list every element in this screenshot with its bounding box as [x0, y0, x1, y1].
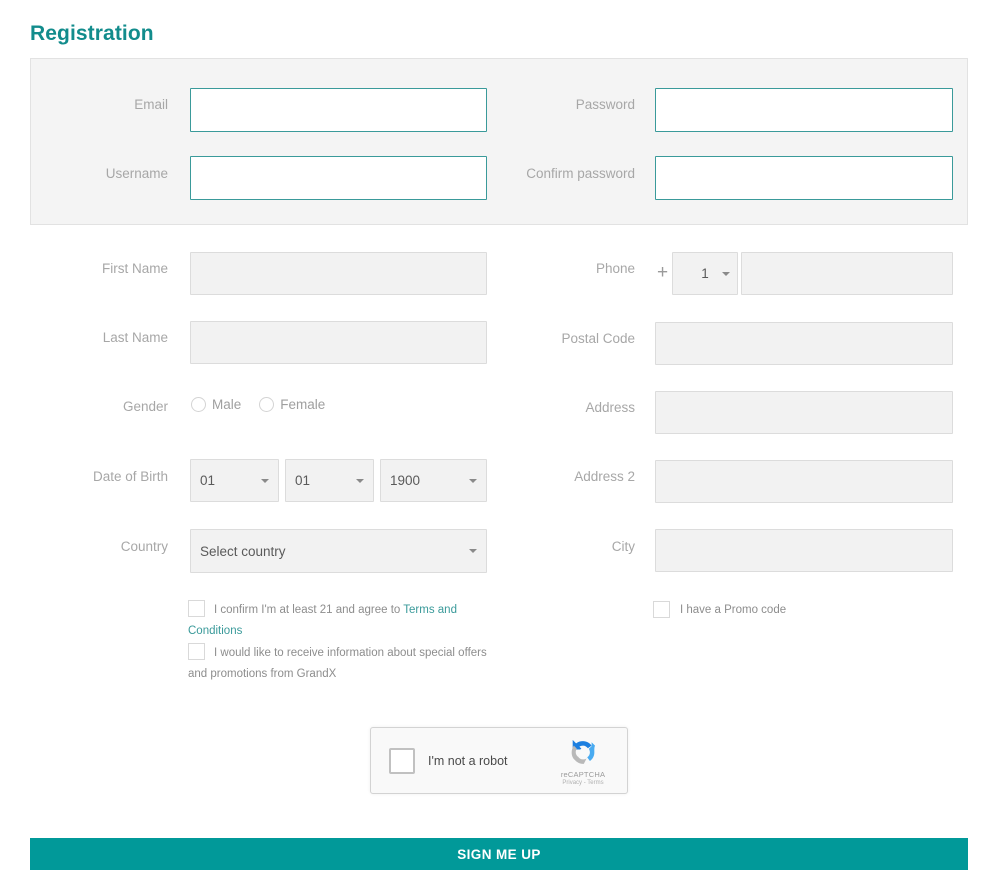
address-label: Address [585, 400, 635, 415]
promo-checkbox[interactable] [653, 601, 670, 618]
dob-year-value: 1900 [390, 473, 421, 488]
sign-me-up-button[interactable]: SIGN ME UP [30, 838, 968, 870]
terms-agreement-row[interactable]: I confirm I'm at least 21 and agree to T… [188, 600, 488, 642]
postal-code-label: Postal Code [561, 331, 635, 346]
username-field[interactable] [190, 156, 487, 200]
chevron-down-icon [722, 271, 730, 276]
dob-day-select[interactable]: 01 [190, 459, 279, 502]
promo-code-row[interactable]: I have a Promo code [653, 601, 786, 618]
radio-icon[interactable] [191, 397, 206, 412]
dob-month-value: 01 [295, 473, 311, 488]
recaptcha-branding: reCAPTCHA Privacy - Terms [550, 736, 616, 786]
page-title: Registration [30, 22, 154, 45]
recaptcha-separator: - [583, 780, 586, 786]
recaptcha-icon [571, 739, 596, 764]
country-select[interactable]: Select country [190, 529, 487, 573]
dob-day-value: 01 [200, 473, 216, 488]
address2-field[interactable] [655, 460, 953, 503]
gender-option-male-label: Male [212, 397, 242, 412]
first-name-label: First Name [101, 261, 168, 276]
address2-input[interactable] [656, 461, 952, 502]
date-of-birth-label: Date of Birth [92, 469, 168, 484]
email-input[interactable] [191, 89, 486, 131]
country-value: Select country [200, 543, 286, 559]
confirm-password-label: Confirm password [526, 166, 635, 181]
recaptcha-brand-name: reCAPTCHA [560, 770, 606, 779]
gender-option-female-label: Female [280, 397, 326, 412]
gender-radio-group: Male Female [191, 397, 325, 412]
recaptcha-privacy-link[interactable]: Privacy [562, 780, 582, 786]
last-name-field[interactable] [190, 321, 487, 364]
chevron-down-icon [356, 478, 364, 483]
marketing-agreement-row[interactable]: I would like to receive information abou… [188, 643, 488, 685]
phone-plus-symbol: + [657, 262, 669, 283]
phone-label: Phone [595, 261, 635, 276]
dob-month-select[interactable]: 01 [285, 459, 374, 502]
promo-text: I have a Promo code [680, 603, 787, 616]
marketing-text: I would like to receive information abou… [188, 647, 487, 680]
recaptcha-label: I'm not a robot [428, 753, 508, 768]
agreements-group: I confirm I'm at least 21 and agree to T… [188, 600, 488, 685]
postal-code-input[interactable] [656, 323, 952, 364]
password-label: Password [575, 97, 635, 112]
dob-year-select[interactable]: 1900 [380, 459, 487, 502]
recaptcha-checkbox[interactable] [389, 747, 415, 774]
address2-label: Address 2 [574, 469, 635, 484]
first-name-input[interactable] [191, 253, 486, 294]
gender-label: Gender [122, 399, 168, 414]
password-input[interactable] [656, 89, 952, 131]
city-label: City [611, 539, 635, 554]
radio-icon[interactable] [259, 397, 275, 412]
recaptcha-widget[interactable]: I'm not a robot reCAPTCHA Privacy - Term… [370, 727, 628, 794]
chevron-down-icon [261, 478, 269, 483]
last-name-label: Last Name [102, 330, 168, 345]
marketing-checkbox[interactable] [188, 643, 205, 660]
city-field[interactable] [655, 529, 953, 572]
first-name-field[interactable] [190, 252, 487, 295]
confirm-password-field[interactable] [655, 156, 953, 200]
terms-checkbox[interactable] [188, 600, 205, 617]
phone-country-code-select[interactable]: 1 [672, 252, 738, 295]
phone-number-field[interactable] [741, 252, 953, 295]
address-field[interactable] [655, 391, 953, 434]
username-label: Username [105, 166, 168, 181]
gender-option-female[interactable]: Female [259, 397, 325, 412]
city-input[interactable] [656, 530, 952, 571]
address-input[interactable] [656, 392, 952, 433]
terms-text: I confirm I'm at least 21 and agree to [214, 604, 404, 616]
last-name-input[interactable] [191, 322, 486, 363]
confirm-password-input[interactable] [656, 157, 952, 199]
chevron-down-icon [469, 549, 477, 553]
password-field[interactable] [655, 88, 953, 132]
recaptcha-fine-print: Privacy - Terms [550, 780, 616, 786]
registration-page: Registration Email Username Password Con… [0, 0, 1000, 893]
recaptcha-terms-link[interactable]: Terms [587, 780, 603, 786]
email-field[interactable] [190, 88, 487, 132]
country-label: Country [120, 539, 168, 554]
gender-option-male[interactable]: Male [191, 397, 241, 412]
email-label: Email [134, 97, 168, 112]
chevron-down-icon [469, 478, 477, 483]
phone-number-input[interactable] [742, 253, 952, 294]
username-input[interactable] [191, 157, 486, 199]
postal-code-field[interactable] [655, 322, 953, 365]
